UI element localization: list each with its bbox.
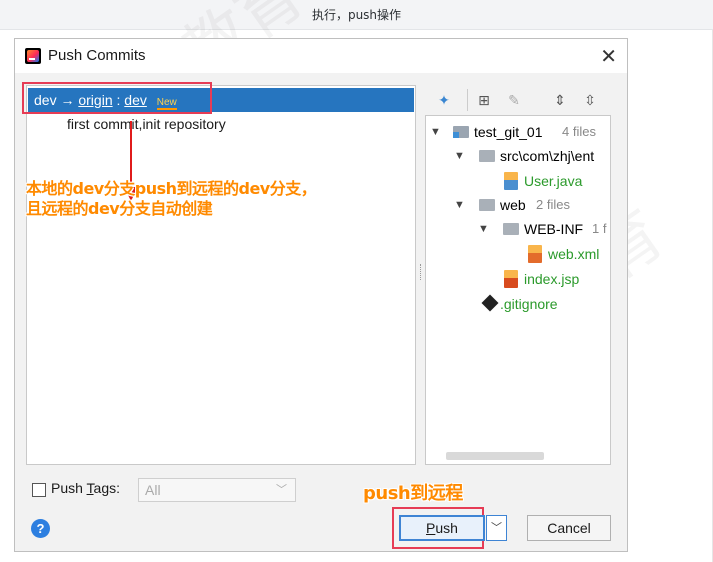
push-label: ush: [435, 520, 458, 536]
changes-toolbar: ✦ ⊞ ✎ ⇕ ⇳: [433, 87, 623, 113]
dialog-title: Push Commits: [48, 47, 146, 64]
tags-combo[interactable]: All ﹀: [138, 478, 296, 502]
folder-icon: [479, 199, 495, 211]
cancel-button[interactable]: Cancel: [527, 515, 611, 541]
commits-panel: dev → origin : dev New first commit,init…: [26, 85, 416, 465]
tree-label: src\com\zhj\ent: [500, 148, 595, 164]
module-folder-icon: [453, 126, 469, 138]
branch-highlight-box: [22, 82, 212, 114]
collapse-all-icon[interactable]: ⇳: [581, 91, 599, 109]
changed-files-tree: ▼ test_git_01 4 files ▼ src\com\zhj\ent …: [425, 115, 611, 465]
tree-row-file[interactable]: index.jsp: [426, 267, 610, 291]
toolbar-separator: [467, 89, 468, 111]
folder-icon: [503, 223, 519, 235]
commit-row[interactable]: first commit,init repository: [67, 116, 226, 132]
tree-row-folder[interactable]: ▼ src\com\zhj\ent: [426, 144, 610, 168]
expand-all-icon[interactable]: ⇕: [551, 91, 569, 109]
push-tags-label: Push Tags:: [51, 480, 120, 496]
intellij-app-icon: [25, 48, 41, 64]
tree-label: index.jsp: [524, 271, 580, 287]
tree-label: User.java: [524, 173, 583, 189]
tutorial-caption: 执行，push操作: [0, 0, 713, 30]
group-by-icon[interactable]: ⊞: [475, 91, 493, 109]
push-tags-prefix: Push: [51, 480, 87, 496]
tree-label: web.xml: [548, 246, 600, 262]
git-file-icon: [481, 294, 499, 312]
tree-label: WEB-INF: [524, 221, 584, 237]
file-count: 2 files: [536, 197, 570, 212]
chevron-down-icon: ﹀: [276, 484, 287, 496]
branch-annotation-line2: 且远程的dev分支自动创建: [26, 199, 213, 218]
dialog-titlebar: Push Commits ✕: [15, 39, 627, 73]
edit-icon[interactable]: ✎: [505, 91, 523, 109]
push-commits-dialog: Push Commits ✕ dev → origin : dev New fi…: [14, 38, 628, 552]
file-count: 4 files: [562, 124, 596, 139]
chevron-down-icon[interactable]: ▼: [430, 120, 442, 144]
tree-row-file[interactable]: User.java: [426, 169, 610, 193]
java-file-icon: [504, 172, 518, 190]
tags-combo-value: All: [145, 482, 161, 498]
tree-label: .gitignore: [500, 296, 558, 312]
push-tags-suffix: ags:: [93, 480, 121, 496]
tree-row-module[interactable]: ▼ test_git_01 4 files: [426, 120, 610, 144]
tree-row-file[interactable]: .gitignore: [426, 292, 610, 316]
help-icon[interactable]: ?: [31, 519, 50, 538]
splitter-handle[interactable]: [420, 264, 422, 280]
tree-row-folder[interactable]: ▼ web 2 files: [426, 193, 610, 217]
chevron-down-icon[interactable]: ▼: [454, 144, 466, 168]
file-count: 1 f: [592, 221, 607, 236]
close-icon[interactable]: ✕: [600, 44, 617, 69]
tree-label: web: [500, 197, 526, 213]
xml-file-icon: [528, 245, 542, 263]
tree-row-folder[interactable]: ▼ WEB-INF 1 f: [426, 217, 610, 241]
push-button[interactable]: Push: [399, 515, 485, 541]
expand-diff-icon[interactable]: ✦: [435, 91, 453, 109]
push-annotation: push到远程: [363, 483, 463, 504]
chevron-down-icon: ﹀: [491, 522, 502, 534]
chevron-down-icon[interactable]: ▼: [478, 217, 490, 241]
push-tags-mnemonic: T: [86, 480, 94, 496]
tree-label: test_git_01: [474, 124, 543, 140]
jsp-file-icon: [504, 270, 518, 288]
horizontal-scrollbar[interactable]: [446, 452, 544, 460]
push-mnemonic: P: [426, 520, 436, 536]
tree-row-file[interactable]: web.xml: [426, 242, 610, 266]
chevron-down-icon[interactable]: ▼: [454, 193, 466, 217]
push-dropdown-button[interactable]: ﹀: [486, 515, 507, 541]
push-tags-checkbox[interactable]: [32, 483, 46, 497]
folder-icon: [479, 150, 495, 162]
